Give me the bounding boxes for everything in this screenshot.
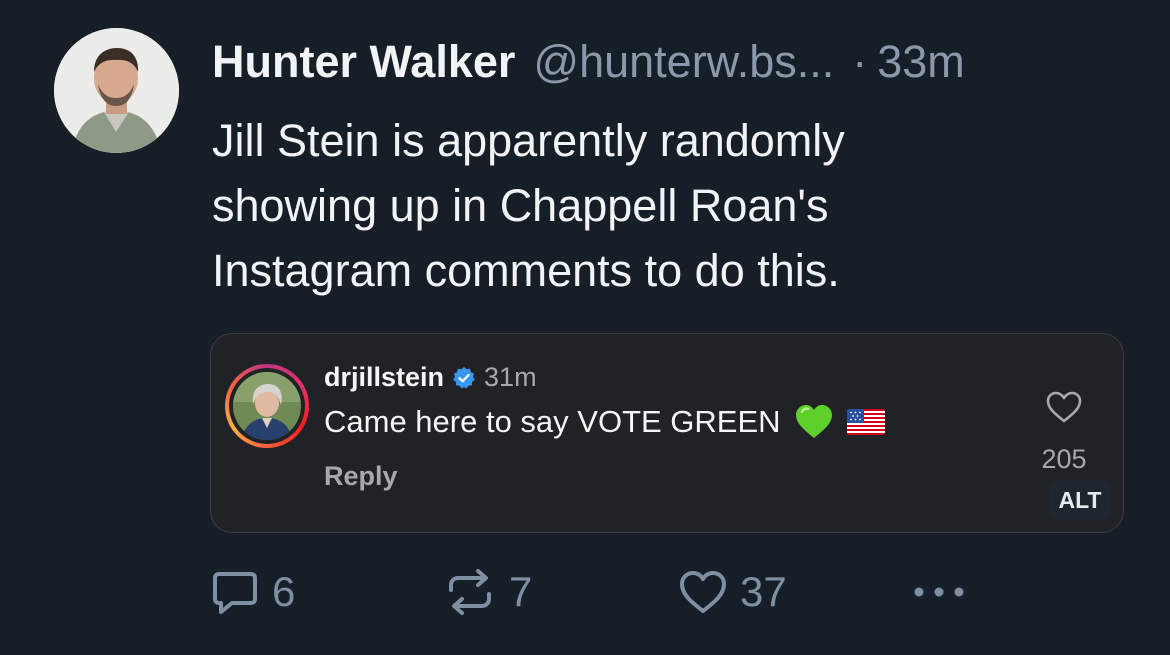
reply-bubble-icon [213,572,257,614]
heart-outline-icon [1046,391,1082,423]
embedded-image[interactable]: drjillstein 31m Came here to say VOTE GR… [210,333,1124,533]
comment-timestamp: 31m [484,362,537,392]
green-heart-emoji [795,405,832,438]
comment-header: drjillstein 31m [324,362,537,393]
comment-like-count: 205 [1041,444,1087,474]
commenter-avatar [233,372,301,440]
author-handle[interactable]: @hunterw.bs... [533,36,834,88]
alt-text-badge[interactable]: ALT [1049,480,1111,520]
repost-arrows-icon [449,569,491,615]
story-ring-gap [229,368,305,444]
reply-count: 6 [272,568,296,615]
author-name[interactable]: Hunter Walker [212,36,515,88]
commenter-avatar-image [233,372,301,440]
verified-badge-icon [453,366,475,389]
comment-reply-link: Reply [324,461,398,491]
commenter-username: drjillstein [324,362,445,392]
post-header: Hunter Walker @hunterw.bs... · 33m [212,36,965,92]
post-text: Jill Stein is apparently randomly showin… [212,115,845,296]
like-count: 37 [740,568,787,615]
heart-icon [680,571,726,613]
repost-count: 7 [509,568,533,615]
post-timestamp[interactable]: 33m [877,36,965,88]
post: Hunter Walker @hunterw.bs... · 33m Jill … [0,0,1170,655]
repost-button[interactable]: 7 [443,560,532,624]
reply-button[interactable]: 6 [210,560,295,624]
ellipsis-icon [914,587,964,597]
us-flag-emoji [846,409,885,435]
post-actions: 6 7 37 [0,560,1170,630]
more-options-button[interactable] [912,560,966,624]
story-ring [225,364,309,448]
comment-body: Came here to say VOTE GREEN [324,404,781,439]
author-avatar-image [54,28,179,153]
separator-dot: · [852,36,868,87]
author-avatar[interactable] [54,28,179,153]
comment-text: Came here to say VOTE GREEN [324,404,885,440]
like-button[interactable]: 37 [678,560,787,624]
